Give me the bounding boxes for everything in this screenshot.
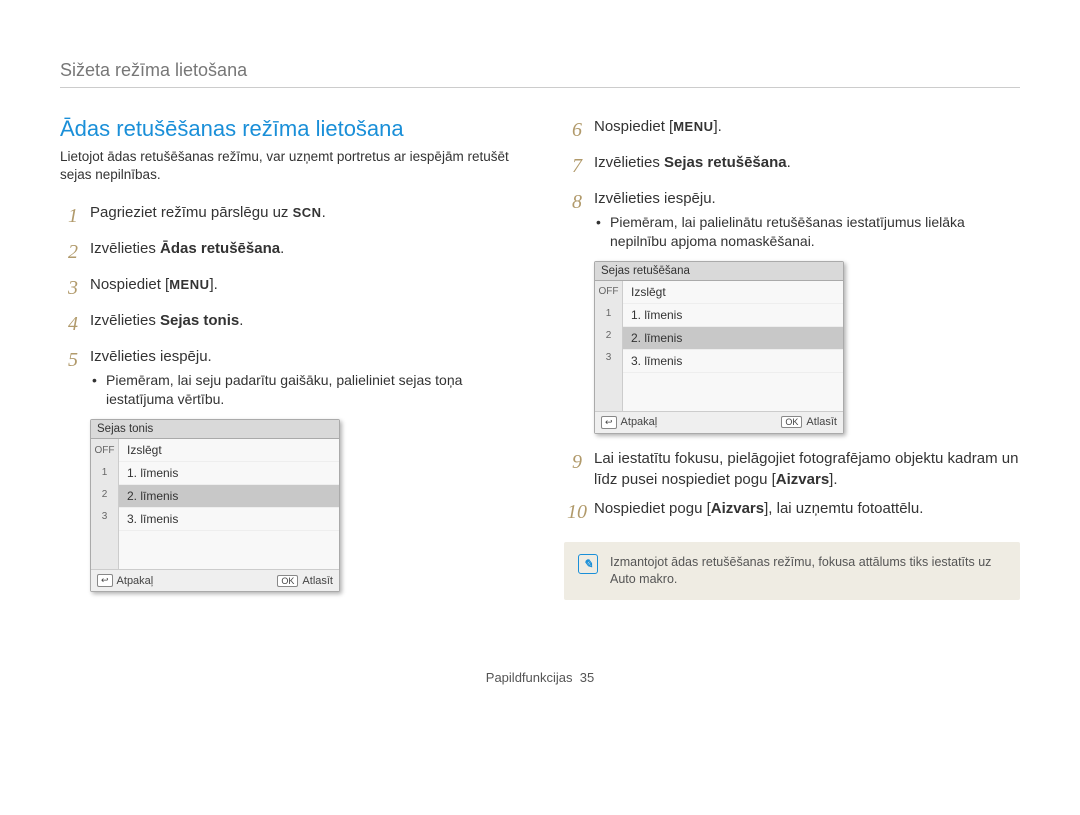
back-icon: ↩ [97,574,113,587]
menu-item[interactable]: 3. līmenis [623,350,843,373]
bullet-item: Piemēram, lai seju padarītu gaišāku, pal… [90,371,516,409]
step-5: 5 Izvēlieties iespēju. Piemēram, lai sej… [60,346,516,409]
step-text: Nospiediet pogu [Aizvars], lai uzņemtu f… [594,500,923,517]
menu-item-selected[interactable]: 2. līmenis [623,327,843,350]
step-number: 10 [564,498,590,526]
scn-icon: SCN [293,205,322,220]
step-3: 3 Nospiediet [MENU]. [60,274,516,302]
step-number: 4 [60,310,86,338]
menu-level-icon: 2 [595,325,622,347]
step-text: Nospiediet [MENU]. [90,276,218,293]
step-8: 8 Izvēlieties iespēju. Piemēram, lai pal… [564,188,1020,251]
menu-select[interactable]: OKAtlasīt [277,574,333,587]
steps-right: 6 Nospiediet [MENU]. 7 Izvēlieties Sejas… [564,116,1020,251]
menu-title: Sejas tonis [91,420,339,439]
menu-item[interactable]: 3. līmenis [119,508,339,531]
left-column: Ādas retušēšanas režīma lietošana Lietoj… [60,116,516,600]
step-number: 7 [564,152,590,180]
menu-list: Izslēgt 1. līmenis 2. līmenis 3. līmenis [623,281,843,411]
step-number: 8 [564,188,590,216]
menu-icon-column: OFF 1 2 3 [595,281,623,411]
menu-item[interactable]: 1. līmenis [623,304,843,327]
step-number: 3 [60,274,86,302]
step-text: Izvēlieties iespēju. [594,190,716,207]
step-4: 4 Izvēlieties Sejas tonis. [60,310,516,338]
step-2: 2 Izvēlieties Ādas retušēšana. [60,238,516,266]
step-text: Pagrieziet režīmu pārslēgu uz SCN. [90,204,326,221]
menu-icon-column: OFF 1 2 3 [91,439,119,569]
step-1: 1 Pagrieziet režīmu pārslēgu uz SCN. [60,202,516,230]
ok-icon: OK [277,575,298,587]
menu-level-icon: OFF [595,281,622,303]
menu-level-icon: 1 [91,461,118,483]
menu-item-selected[interactable]: 2. līmenis [119,485,339,508]
step-number: 9 [564,448,590,476]
page-footer: Papildfunkcijas 35 [60,670,1020,685]
menu-mock-sejas-retusesana: Sejas retušēšana OFF 1 2 3 Izslēgt 1. lī… [594,261,844,434]
bullet-item: Piemēram, lai palielinātu retušēšanas ie… [594,213,1020,251]
menu-level-icon: OFF [91,439,118,461]
menu-list: Izslēgt 1. līmenis 2. līmenis 3. līmenis [119,439,339,569]
note-box: ✎ Izmantojot ādas retušēšanas režīmu, fo… [564,542,1020,600]
manual-page: Sižeta režīma lietošana Ādas retušēšanas… [0,0,1080,705]
menu-icon: MENU [169,277,209,292]
menu-level-icon: 3 [595,347,622,369]
menu-back[interactable]: ↩Atpakaļ [601,416,657,429]
steps-left: 1 Pagrieziet režīmu pārslēgu uz SCN. 2 I… [60,202,516,409]
breadcrumb: Sižeta režīma lietošana [60,60,1020,88]
step-text: Izvēlieties Ādas retušēšana. [90,240,284,257]
step-text: Izvēlieties iespēju. [90,348,212,365]
menu-mock-sejas-tonis: Sejas tonis OFF 1 2 3 Izslēgt 1. līmenis… [90,419,340,592]
step-9: 9 Lai iestatītu fokusu, pielāgojiet foto… [564,448,1020,490]
menu-footer: ↩Atpakaļ OKAtlasīt [595,411,843,433]
menu-footer: ↩Atpakaļ OKAtlasīt [91,569,339,591]
steps-right-cont: 9 Lai iestatītu fokusu, pielāgojiet foto… [564,448,1020,526]
step-bullets: Piemēram, lai seju padarītu gaišāku, pal… [90,371,516,409]
step-text: Lai iestatītu fokusu, pielāgojiet fotogr… [594,450,1018,488]
menu-item[interactable]: Izslēgt [623,281,843,304]
menu-back[interactable]: ↩Atpakaļ [97,574,153,587]
footer-label: Papildfunkcijas [486,670,573,685]
page-number: 35 [580,670,594,685]
menu-title: Sejas retušēšana [595,262,843,281]
step-number: 5 [60,346,86,374]
step-text: Nospiediet [MENU]. [594,118,722,135]
step-number: 1 [60,202,86,230]
section-title: Ādas retušēšanas režīma lietošana [60,116,516,142]
right-column: 6 Nospiediet [MENU]. 7 Izvēlieties Sejas… [564,116,1020,600]
menu-item[interactable]: 1. līmenis [119,462,339,485]
intro-text: Lietojot ādas retušēšanas režīmu, var uz… [60,148,516,184]
menu-level-icon: 2 [91,483,118,505]
note-text: Izmantojot ādas retušēšanas režīmu, foku… [610,554,1006,588]
menu-level-icon: 1 [595,303,622,325]
back-icon: ↩ [601,416,617,429]
step-10: 10 Nospiediet pogu [Aizvars], lai uzņemt… [564,498,1020,526]
menu-icon: MENU [673,119,713,134]
step-7: 7 Izvēlieties Sejas retušēšana. [564,152,1020,180]
step-bullets: Piemēram, lai palielinātu retušēšanas ie… [594,213,1020,251]
menu-level-icon: 3 [91,505,118,527]
step-text: Izvēlieties Sejas tonis. [90,312,243,329]
ok-icon: OK [781,416,802,428]
info-icon: ✎ [578,554,598,574]
menu-item[interactable]: Izslēgt [119,439,339,462]
menu-select[interactable]: OKAtlasīt [781,416,837,429]
content-columns: Ādas retušēšanas režīma lietošana Lietoj… [60,116,1020,600]
step-number: 2 [60,238,86,266]
step-text: Izvēlieties Sejas retušēšana. [594,154,791,171]
step-6: 6 Nospiediet [MENU]. [564,116,1020,144]
step-number: 6 [564,116,590,144]
